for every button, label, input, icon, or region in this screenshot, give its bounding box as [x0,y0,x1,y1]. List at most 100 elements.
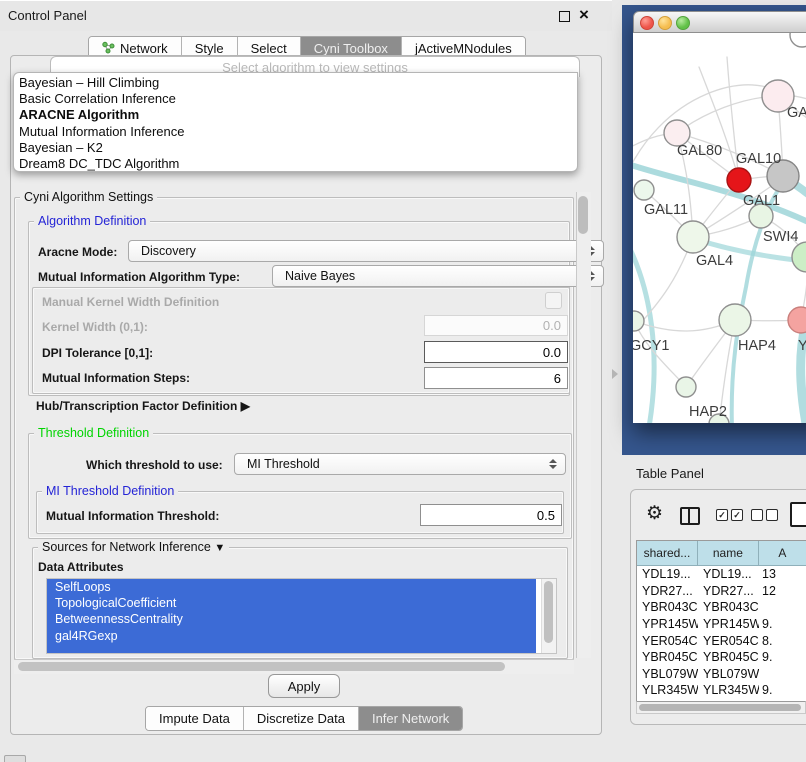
node-label: GAL80 [677,143,722,159]
table-cell: YDR27... [698,584,759,598]
table-cell: YDR27... [637,584,698,598]
network-node[interactable] [727,168,751,192]
bottom-tab-infer-network[interactable]: Infer Network [359,707,462,730]
select-all-checkbox-icon[interactable]: ✓ [731,509,743,521]
kernel-width-field[interactable]: 0.0 [424,315,568,336]
algorithm-option[interactable]: Bayesian – Hill Climbing [14,75,577,91]
network-node[interactable] [677,221,709,253]
attributes-scrollbar-thumb[interactable] [544,581,553,643]
mi-threshold-label: Mutual Information Threshold: [46,509,219,523]
attribute-item[interactable]: TopologicalCoefficient [47,595,536,611]
network-icon [102,41,115,54]
column-header[interactable]: name [698,541,759,566]
expand-right-icon: ▶ [241,399,250,413]
network-node[interactable] [792,242,806,272]
column-header[interactable]: A [759,541,806,566]
close-panel-icon[interactable]: × [579,3,589,27]
window-zoom-icon[interactable] [676,16,690,30]
attribute-item[interactable]: gal4RGexp [47,628,536,644]
splitter-collapse-icon[interactable] [612,369,618,379]
network-canvas[interactable]: GALGAL80GAL10GAL1GAL11GAL4SWI4GCY1HAP4YH… [633,33,806,423]
algorithm-option[interactable]: Bayesian – K2 [14,140,577,156]
table-cell: YER054C [698,634,759,648]
node-table[interactable]: shared...nameAYDL19...YDL19...13YDR27...… [636,540,806,701]
table-row[interactable]: YDL19...YDL19...13 [637,566,806,583]
network-node[interactable] [790,33,806,47]
mi-steps-field[interactable]: 6 [424,367,568,389]
select-all-checkbox-icon[interactable]: ✓ [716,509,728,521]
table-row[interactable]: YPR145WYPR145W9. [637,616,806,633]
table-cell: YDL19... [698,567,759,581]
window-minimize-icon[interactable] [658,16,672,30]
node-label: HAP2 [689,404,727,420]
network-node[interactable] [788,307,806,333]
manual-kernel-checkbox[interactable] [545,292,562,309]
attribute-item[interactable] [47,644,536,654]
sources-toggle[interactable]: Sources for Network Inference ▼ [38,540,229,554]
attributes-scrollbar[interactable] [541,579,556,653]
network-node[interactable] [633,311,644,331]
algorithm-popup-list[interactable]: Bayesian – Hill ClimbingBasic Correlatio… [13,72,578,172]
column-header[interactable]: shared... [637,541,698,566]
attribute-item[interactable]: BetweennessCentrality [47,611,536,627]
table-row[interactable]: YDR27...YDR27...12 [637,583,806,600]
dpi-tolerance-field[interactable]: 0.0 [424,341,568,363]
table-cell: YBR045C [637,650,698,664]
node-label: GCY1 [633,338,670,354]
table-cell: YER054C [637,634,698,648]
settings-horizontal-scrollbar-thumb[interactable] [18,662,505,671]
table-cell: 9. [759,617,806,631]
network-edge[interactable] [633,243,654,423]
node-label: HAP4 [738,338,776,354]
deselect-checkbox-icon[interactable] [766,509,778,521]
algorithm-option[interactable]: Mutual Information Inference [14,124,577,140]
table-horizontal-scrollbar-thumb[interactable] [639,704,801,711]
node-label: GAL11 [644,202,688,218]
table-row[interactable]: YBR045CYBR045C9. [637,649,806,666]
bottom-tab-discretize-data[interactable]: Discretize Data [244,707,359,730]
data-attributes-list[interactable]: SelfLoopsTopologicalCoefficientBetweenne… [46,578,557,654]
which-threshold-label: Which threshold to use: [86,458,223,472]
table-row[interactable]: YLR345WYLR345W9. [637,682,806,699]
manual-kernel-label: Manual Kernel Width Definition [42,295,219,309]
which-threshold-select[interactable]: MI Threshold [234,453,566,475]
cyni-algorithm-settings-title: Cyni Algorithm Settings [20,190,157,204]
hub-definition-toggle[interactable]: Hub/Transcription Factor Definition ▶ [36,399,250,413]
table-row[interactable]: YER054CYER054C8. [637,632,806,649]
table-cell: YBL079W [698,667,759,681]
mi-algorithm-type-select[interactable]: Naive Bayes [272,265,604,287]
network-node[interactable] [676,377,696,397]
export-table-icon[interactable] [790,502,806,527]
float-panel-icon[interactable] [559,11,570,22]
aracne-mode-select[interactable]: Discovery [128,240,604,262]
table-cell: 9. [759,650,806,664]
algorithm-option[interactable]: Basic Correlation Inference [14,91,577,107]
algorithm-option[interactable]: Dream8 DC_TDC Algorithm [14,156,577,172]
table-cell: YBL079W [637,667,698,681]
bottom-tab-label: Infer Network [372,711,449,726]
status-corner-button[interactable] [4,755,26,762]
gear-icon[interactable]: ⚙ [646,503,663,525]
network-node[interactable] [719,304,751,336]
data-attributes-label: Data Attributes [38,560,124,574]
table-header-row: shared...nameA [637,541,806,566]
mi-threshold-field[interactable]: 0.5 [420,504,562,526]
window-close-icon[interactable] [640,16,654,30]
algorithm-option[interactable]: ARACNE Algorithm [14,107,577,123]
screen: Control Panel × NetworkStyleSelectCyni T… [0,0,806,762]
apply-button[interactable]: Apply [268,674,340,698]
cyni-bottom-tabs: Impute DataDiscretize Data Infer Network [145,706,463,731]
table-row[interactable]: YBR043CYBR043C [637,599,806,616]
kernel-width-label: Kernel Width (0,1): [42,320,148,334]
node-label: Y [798,338,806,354]
settings-vertical-scrollbar[interactable] [576,192,591,658]
table-cell: YPR145W [637,617,698,631]
settings-vertical-scrollbar-thumb[interactable] [578,196,588,234]
columns-icon[interactable] [680,507,700,525]
network-node[interactable] [634,180,654,200]
table-row[interactable]: YBL079WYBL079W [637,666,806,683]
attribute-item[interactable]: SelfLoops [47,579,536,595]
deselect-checkbox-icon[interactable] [751,509,763,521]
table-cell: YPR145W [698,617,759,631]
bottom-tab-impute-data[interactable]: Impute Data [146,707,244,730]
